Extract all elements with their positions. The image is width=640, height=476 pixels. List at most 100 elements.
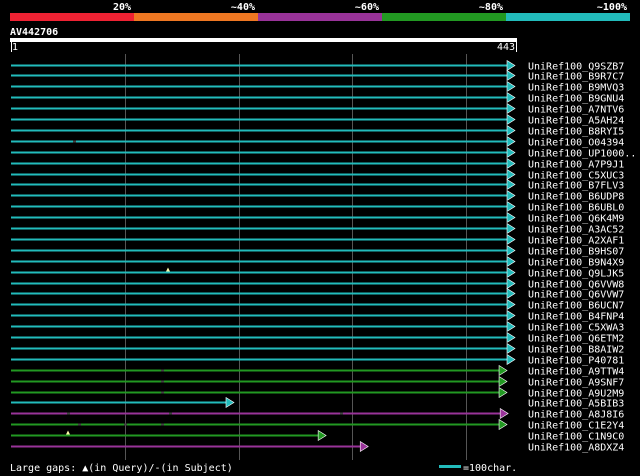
hit-label[interactable]: UniRef100_B4FNP4	[528, 312, 624, 323]
hit-row[interactable]: UniRef100_O04394	[11, 135, 624, 149]
hit-label[interactable]: UniRef100_B9N4X9	[528, 258, 624, 269]
hit-arrow-icon	[506, 255, 516, 268]
hit-label[interactable]: UniRef100_C1E2Y4	[528, 421, 624, 432]
scale-label-3: ~60%	[355, 2, 379, 13]
hit-row[interactable]: UniRef100_B6UDP8	[11, 189, 624, 203]
hit-label[interactable]: UniRef100_B6UCN7	[528, 301, 624, 312]
hit-row[interactable]: UniRef100_B9MVQ3	[11, 80, 624, 94]
subject-gap-mark	[340, 412, 343, 415]
hit-label[interactable]: UniRef100_A7NTV6	[528, 105, 624, 116]
hit-arrow-icon	[498, 386, 508, 399]
hit-label[interactable]: UniRef100_B8AIW2	[528, 345, 624, 356]
hit-label[interactable]: UniRef100_B6UDP8	[528, 192, 624, 203]
hit-label[interactable]: UniRef100_B9MVQ3	[528, 83, 624, 94]
hit-label[interactable]: UniRef100_UP1000..	[528, 149, 636, 160]
hit-row[interactable]: UniRef100_A8J8I6	[11, 407, 624, 421]
hit-label[interactable]: UniRef100_B7FLV3	[528, 181, 624, 192]
hit-row[interactable]: UniRef100_A5BIB3	[11, 396, 624, 410]
hit-row[interactable]: UniRef100_C1N9C0	[11, 429, 624, 443]
hit-label[interactable]: UniRef100_B6UBL0	[528, 203, 624, 214]
hit-label[interactable]: UniRef100_A5BIB3	[528, 399, 624, 410]
subject-gap-mark	[161, 391, 164, 394]
hit-label[interactable]: UniRef100_B9HS07	[528, 247, 624, 258]
hit-label[interactable]: UniRef100_C1N9C0	[528, 432, 624, 443]
hit-label[interactable]: UniRef100_A3AC52	[528, 225, 624, 236]
identity-scale-labels: 20% ~40% ~60% ~80% ~100%	[113, 2, 627, 13]
query-gap-icon	[166, 267, 170, 272]
hit-row[interactable]: UniRef100_B6UCN7	[11, 298, 624, 312]
hit-row[interactable]: UniRef100_P40781	[11, 353, 624, 367]
hit-label[interactable]: UniRef100_B8RYI5	[528, 127, 624, 138]
hit-row[interactable]: UniRef100_B9R7C7	[11, 69, 624, 83]
hit-arrow-icon	[506, 287, 516, 300]
scale-segment-1	[10, 13, 134, 21]
subject-gap-mark	[73, 140, 76, 143]
subject-gap-mark	[161, 423, 164, 426]
hit-label[interactable]: UniRef100_A8DXZ4	[528, 443, 624, 454]
hit-label[interactable]: UniRef100_B9GNU4	[528, 94, 624, 105]
query-start-label: 1	[12, 42, 18, 53]
hit-arrow-icon	[506, 178, 516, 191]
hit-label[interactable]: UniRef100_P40781	[528, 356, 624, 367]
hit-arrow-icon	[359, 440, 369, 453]
hit-row[interactable]: UniRef100_B8RYI5	[11, 124, 624, 138]
hit-label[interactable]: UniRef100_Q6K4M9	[528, 214, 624, 225]
hit-row[interactable]: UniRef100_B9N4X9	[11, 255, 624, 269]
gridlines	[125, 54, 467, 460]
legend-scale-text: =100char.	[463, 463, 517, 474]
hit-arrow-icon	[317, 429, 327, 442]
hit-row[interactable]: UniRef100_A7NTV6	[11, 102, 624, 116]
hit-label[interactable]: UniRef100_A2XAF1	[528, 236, 624, 247]
hit-row[interactable]: UniRef100_A3AC52	[11, 222, 624, 236]
hit-row[interactable]: UniRef100_B7FLV3	[11, 178, 624, 192]
hit-label[interactable]: UniRef100_A9TTW4	[528, 367, 624, 378]
hit-row[interactable]: UniRef100_C5XWA3	[11, 320, 624, 334]
hit-label[interactable]: UniRef100_A7P9J1	[528, 160, 624, 171]
hit-label[interactable]: UniRef100_Q6ETM2	[528, 334, 624, 345]
hit-arrow-icon	[506, 298, 516, 311]
hit-row[interactable]: UniRef100_A5AH24	[11, 113, 624, 127]
hit-arrow-icon	[506, 222, 516, 235]
hit-arrow-icon	[506, 146, 516, 159]
hit-row[interactable]: UniRef100_B9GNU4	[11, 91, 624, 105]
scale-segment-3	[258, 13, 382, 21]
hit-label[interactable]: UniRef100_A8J8I6	[528, 410, 624, 421]
hit-label[interactable]: UniRef100_Q9LJK5	[528, 269, 624, 280]
hit-label[interactable]: UniRef100_B9R7C7	[528, 72, 624, 83]
scale-label-4: ~80%	[479, 2, 503, 13]
hit-row[interactable]: UniRef100_Q6ETM2	[11, 331, 624, 345]
hit-row[interactable]: UniRef100_UP1000..	[11, 146, 636, 160]
hit-label[interactable]: UniRef100_C5XWA3	[528, 323, 624, 334]
hit-arrow-icon	[506, 342, 516, 355]
hit-arrow-icon	[506, 124, 516, 137]
hit-arrow-icon	[506, 69, 516, 82]
hit-row[interactable]: UniRef100_Q6K4M9	[11, 211, 624, 225]
hit-row[interactable]: UniRef100_A7P9J1	[11, 157, 624, 171]
hit-label[interactable]: UniRef100_A9SNF7	[528, 378, 624, 389]
hit-row[interactable]: UniRef100_B9HS07	[11, 244, 624, 258]
legend-scale-swatch	[439, 465, 461, 468]
legend-gaps-text: Large gaps: ▲(in Query)/‐(in Subject)	[10, 463, 233, 474]
scale-segment-5	[506, 13, 630, 21]
scale-label-2: ~40%	[231, 2, 255, 13]
hit-arrow-icon	[506, 189, 516, 202]
scale-segment-4	[382, 13, 506, 21]
scale-label-1: 20%	[113, 2, 131, 13]
hit-label[interactable]: UniRef100_O04394	[528, 138, 624, 149]
hit-row[interactable]: UniRef100_B8AIW2	[11, 342, 624, 356]
hit-arrow-icon	[225, 396, 235, 409]
hit-row[interactable]: UniRef100_Q6VVW7	[11, 287, 624, 301]
hit-row[interactable]: UniRef100_C1E2Y4	[11, 418, 624, 432]
hit-arrow-icon	[506, 59, 516, 72]
hit-row[interactable]: UniRef100_Q9LJK5	[11, 266, 624, 280]
hit-row[interactable]: UniRef100_A9TTW4	[11, 364, 624, 378]
hit-arrow-icon	[506, 157, 516, 170]
hit-row[interactable]: UniRef100_A2XAF1	[11, 233, 624, 247]
hit-row[interactable]: UniRef100_B4FNP4	[11, 309, 624, 323]
hit-label[interactable]: UniRef100_Q6VVW7	[528, 290, 624, 301]
hit-row[interactable]: UniRef100_B6UBL0	[11, 200, 624, 214]
hit-label[interactable]: UniRef100_A5AH24	[528, 116, 624, 127]
identity-scale-bar	[10, 13, 630, 21]
hit-row[interactable]: UniRef100_A8DXZ4	[11, 440, 624, 454]
hit-row[interactable]: UniRef100_A9SNF7	[11, 375, 624, 389]
